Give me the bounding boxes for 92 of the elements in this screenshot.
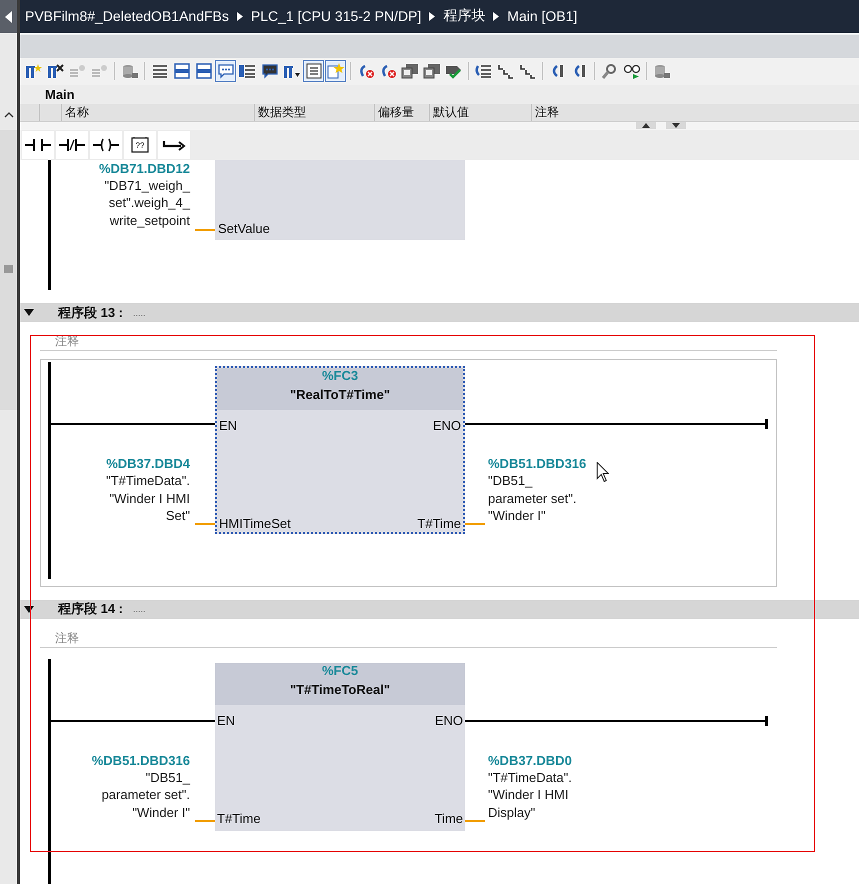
comment-icon bbox=[216, 63, 234, 80]
block-name: "T#TimeToReal" bbox=[290, 680, 390, 699]
lines-star-icon bbox=[68, 63, 86, 80]
monitor-icon bbox=[400, 63, 418, 80]
chevron-icon bbox=[236, 12, 243, 21]
pin-label: EN bbox=[217, 712, 236, 728]
glasses-icon bbox=[622, 63, 640, 80]
network-title: 程序段 13 : bbox=[58, 304, 124, 322]
arrow-rows-icon bbox=[474, 63, 492, 80]
collapse-icon[interactable] bbox=[24, 606, 34, 613]
breadcrumb-item[interactable]: PLC_1 [CPU 315-2 PN/DP] bbox=[250, 8, 422, 24]
network-header[interactable]: 程序段 14 : ..... bbox=[20, 600, 859, 619]
scroll-up-icon[interactable] bbox=[4, 112, 14, 118]
rows-dropdown-icon bbox=[238, 63, 256, 80]
cylinder-icon bbox=[652, 63, 670, 80]
steps-icon bbox=[518, 63, 536, 80]
chevron-icon bbox=[429, 12, 436, 21]
panel-icon bbox=[194, 63, 212, 80]
breadcrumb-item[interactable]: 程序块 bbox=[443, 7, 486, 26]
operand-address: %DB51.DBD316 bbox=[488, 455, 586, 472]
network-comment-dots: ..... bbox=[133, 308, 146, 318]
pin-connector bbox=[195, 820, 215, 822]
column-header[interactable]: 注释 bbox=[532, 104, 859, 121]
operand-name: "DB51_ parameter set". "Winder I" bbox=[488, 472, 578, 525]
network-rung[interactable]: %FC3 "RealToT#Time" EN ENO HMITimeSet T#Time %DB37.DBD4 "T#TimeData". "Winder I HMI Set" %DB51.DBD316 "DB51_ parameter set". "Winder I" bbox=[20, 359, 859, 588]
chevron-icon bbox=[493, 12, 500, 21]
list-icon bbox=[304, 63, 322, 80]
operand-address: %DB71.DBD12 bbox=[98, 160, 190, 177]
lines-star-icon bbox=[90, 63, 108, 80]
blocks-dropdown-icon bbox=[282, 63, 300, 80]
toolbar-button[interactable] bbox=[303, 60, 324, 82]
lad-tool-button[interactable] bbox=[90, 130, 122, 159]
magnifier-icon bbox=[600, 63, 618, 80]
lad-tool-button[interactable] bbox=[56, 130, 88, 159]
cursor-icon bbox=[596, 462, 609, 482]
pin-label: ENO bbox=[432, 418, 461, 434]
block-address: %FC5 bbox=[322, 662, 358, 679]
operand-address: %DB37.DBD4 bbox=[105, 455, 190, 472]
column-header[interactable]: 默认值 bbox=[430, 104, 532, 121]
operand-name: "T#TimeData". "Winder I HMI Set" bbox=[105, 472, 190, 525]
pin-label: T#Time bbox=[417, 516, 461, 532]
network-header[interactable]: 程序段 13 : ..... bbox=[20, 303, 859, 322]
operand-name: "DB71_weigh_ set".weigh_4_ write_setpoint bbox=[103, 176, 190, 230]
breadcrumb-item[interactable]: PVBFilm8#_DeletedOB1AndFBs bbox=[25, 8, 229, 24]
lad-tool-button[interactable] bbox=[22, 130, 54, 159]
block-address: %FC3 bbox=[322, 368, 358, 384]
grip-icon[interactable] bbox=[4, 265, 13, 273]
blocks-cross-icon bbox=[46, 63, 64, 80]
pin-connector bbox=[195, 523, 215, 526]
lad-tool-button[interactable]: ?? bbox=[124, 130, 156, 159]
pin-connector bbox=[465, 523, 485, 526]
check-arrow-icon bbox=[444, 63, 462, 80]
collapse-icon[interactable] bbox=[24, 309, 34, 316]
operand-name: "DB51_ parameter set". "Winder I" bbox=[100, 768, 190, 822]
pin-label: EN bbox=[219, 418, 238, 434]
coil-icon bbox=[93, 136, 119, 153]
operand-address: %DB51.DBD316 bbox=[90, 752, 190, 769]
negated-contact-icon bbox=[59, 136, 85, 153]
operand-address: %DB37.DBD0 bbox=[488, 752, 572, 769]
pin-label: SetValue bbox=[218, 220, 270, 236]
collapse-icon[interactable] bbox=[4, 10, 12, 22]
pin-connector bbox=[465, 820, 485, 822]
contact-icon bbox=[25, 136, 51, 153]
blocks-star-icon bbox=[24, 63, 42, 80]
panel-icon bbox=[172, 63, 190, 80]
block-title: Main bbox=[45, 86, 75, 102]
pin-connector bbox=[195, 228, 215, 231]
rows-icon bbox=[150, 63, 168, 80]
function-block[interactable]: %FC3 "RealToT#Time" EN ENO HMITimeSet T#Time bbox=[215, 366, 465, 534]
steps-icon bbox=[496, 63, 514, 80]
lad-tool-button[interactable] bbox=[158, 130, 190, 159]
pin-label: Time bbox=[434, 810, 463, 826]
chat-dropdown-icon bbox=[260, 63, 278, 80]
breadcrumb-item[interactable]: Main [OB1] bbox=[507, 8, 578, 24]
column-header[interactable]: 数据类型 bbox=[255, 104, 375, 121]
pin-label: HMITimeSet bbox=[219, 516, 291, 532]
toolbar-button[interactable] bbox=[215, 60, 236, 82]
star-list-icon bbox=[326, 63, 344, 80]
pin-label: ENO bbox=[434, 712, 463, 728]
pin-label: T#Time bbox=[217, 810, 261, 826]
network-rung[interactable]: %FC5 "T#TimeToReal" EN ENO T#Time Time %DB51.DBD316 "DB51_ parameter set". "Winder I" %DB37.DBD0 "T#TimeData". "Winder I HMI Display" bbox=[20, 656, 859, 884]
network-comment-dots: ..... bbox=[133, 604, 146, 614]
operand-name: "T#TimeData". "Winder I HMI Display" bbox=[488, 768, 572, 822]
monitor-icon bbox=[422, 63, 440, 80]
toolbar-button[interactable] bbox=[325, 60, 346, 82]
column-header[interactable]: 名称 bbox=[62, 104, 255, 121]
block-name: "RealToT#Time" bbox=[290, 386, 390, 404]
column-header[interactable]: 偏移量 bbox=[375, 104, 430, 121]
comment-field[interactable]: 注释 bbox=[40, 628, 777, 648]
function-block[interactable]: %FC5 "T#TimeToReal" EN ENO T#Time Time bbox=[215, 662, 465, 831]
network-title: 程序段 14 : bbox=[58, 600, 124, 618]
cylinder-icon bbox=[120, 63, 138, 80]
